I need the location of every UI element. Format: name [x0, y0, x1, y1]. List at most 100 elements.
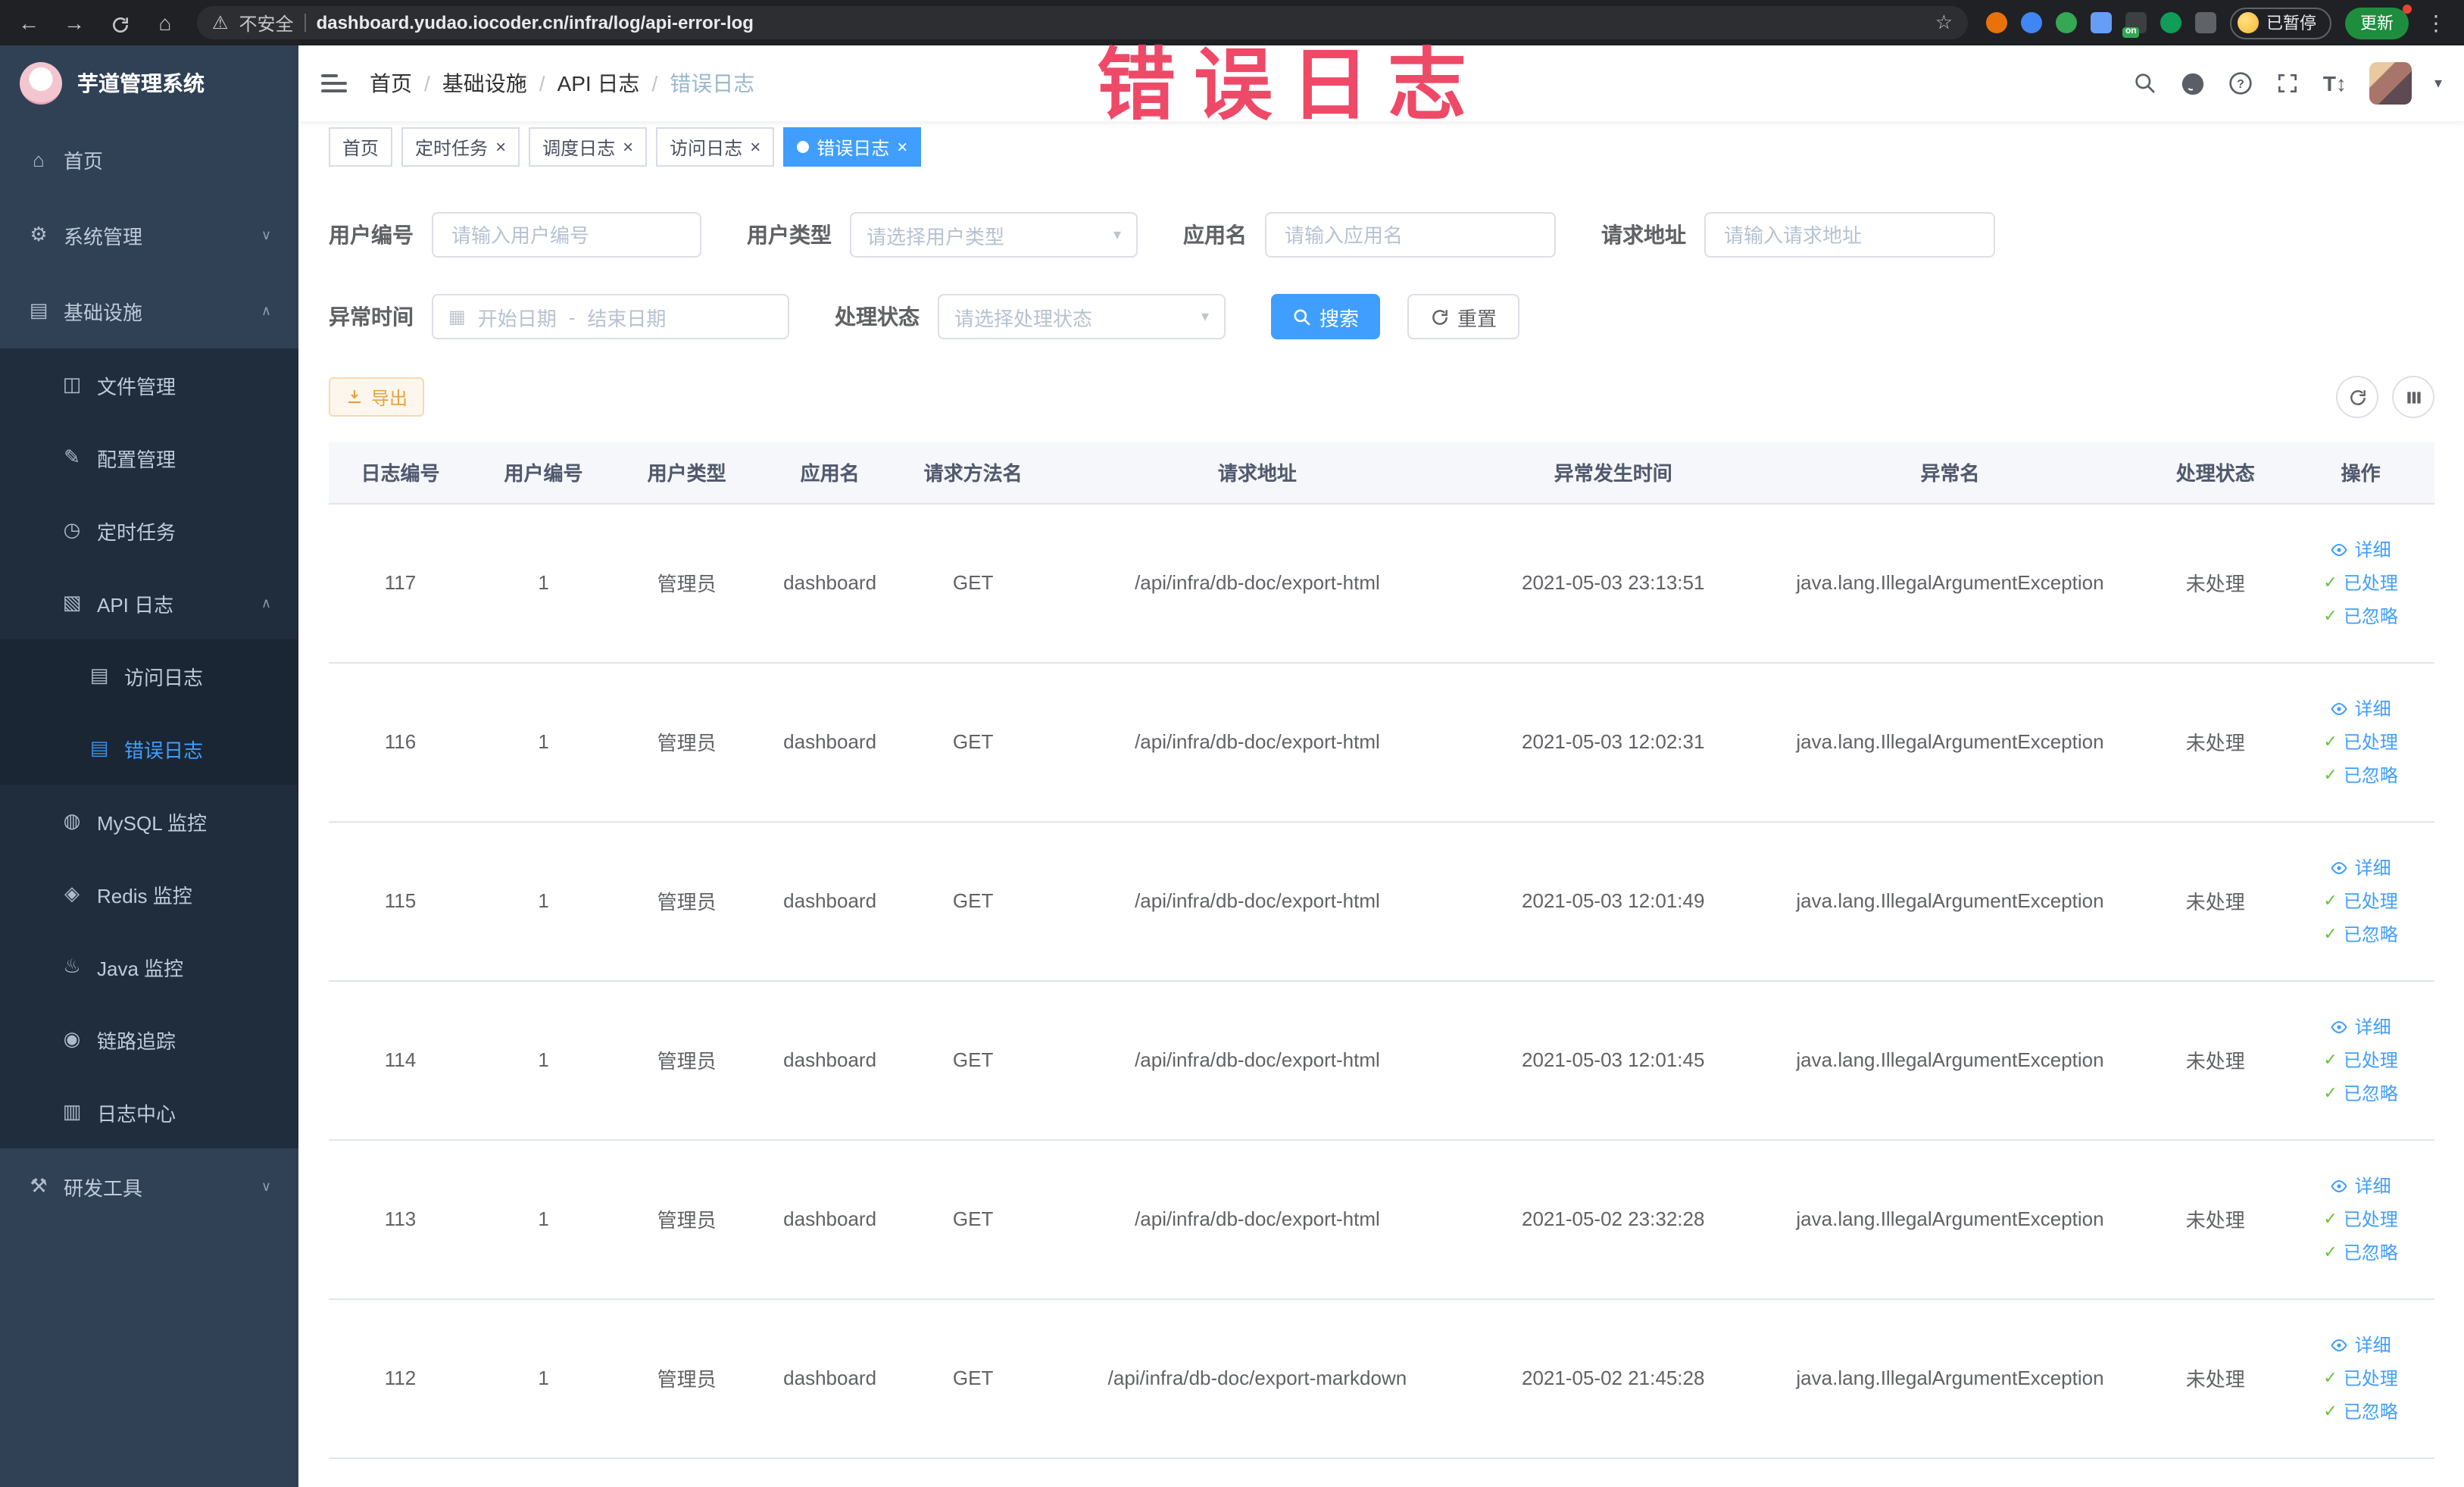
cell-exception-name: java.lang.IllegalArgumentException: [1756, 662, 2144, 822]
sidebar-item-home[interactable]: ⌂ 首页: [0, 121, 298, 197]
warning-icon: ⚠: [212, 12, 229, 33]
sidebar-item-dev-tools[interactable]: ⚒ 研发工具 ∨: [0, 1148, 298, 1224]
mark-ignored-link[interactable]: ✓ 已忽略: [2296, 758, 2425, 792]
tab-home[interactable]: 首页: [329, 127, 393, 167]
tab-schedule-log[interactable]: 调度日志 ×: [529, 127, 648, 167]
extension-icon[interactable]: [1986, 12, 2007, 33]
sidebar-item-error-log[interactable]: ▤ 错误日志: [0, 712, 298, 785]
close-icon[interactable]: ×: [495, 138, 506, 156]
tab-access-log[interactable]: 访问日志 ×: [656, 127, 775, 167]
sidebar-item-access-log[interactable]: ▤ 访问日志: [0, 639, 298, 712]
columns-settings-icon[interactable]: [2392, 376, 2434, 418]
bookmark-star-icon[interactable]: ☆: [1935, 11, 1953, 35]
export-button[interactable]: 导出: [329, 377, 425, 417]
browser-reload-icon[interactable]: [106, 11, 133, 35]
mark-ignored-link[interactable]: ✓ 已忽略: [2296, 1236, 2425, 1269]
request-url-input[interactable]: [1704, 212, 1995, 258]
extension-icon[interactable]: on: [2122, 12, 2147, 38]
detail-link[interactable]: 详细: [2296, 533, 2425, 566]
sidebar-item-system-management[interactable]: ⚙ 系统管理 ∨: [0, 197, 298, 273]
mark-ignored-link[interactable]: ✓ 已忽略: [2296, 917, 2425, 951]
app-name-input[interactable]: [1265, 212, 1556, 258]
filter-label: 用户编号: [329, 223, 414, 247]
breadcrumb-item[interactable]: 首页: [370, 68, 412, 98]
extension-icon[interactable]: [2091, 12, 2112, 33]
mark-processed-link[interactable]: ✓ 已处理: [2296, 884, 2425, 917]
fullscreen-icon[interactable]: [2276, 71, 2300, 95]
tab-error-log[interactable]: 错误日志 ×: [783, 127, 922, 167]
browser-forward-icon[interactable]: →: [61, 11, 88, 35]
sidebar-toggle-icon[interactable]: [321, 74, 347, 92]
sidebar-item-api-log[interactable]: ▧ API 日志 ∧: [0, 567, 298, 639]
sidebar-item-config-management[interactable]: ✎ 配置管理: [0, 421, 298, 494]
table-row: 112 1 管理员 dashboard GET /api/infra/db-do…: [329, 1298, 2434, 1458]
mark-processed-link[interactable]: ✓ 已处理: [2296, 1361, 2425, 1395]
search-icon[interactable]: [2134, 71, 2158, 95]
app-logo[interactable]: 芋道管理系统: [0, 45, 298, 121]
update-button[interactable]: 更新: [2345, 4, 2412, 39]
filter-label: 处理状态: [835, 305, 920, 329]
browser-back-icon[interactable]: ←: [15, 11, 42, 35]
sidebar-item-mysql-monitor[interactable]: ◍ MySQL 监控: [0, 785, 298, 858]
caret-down-icon[interactable]: ▾: [2434, 75, 2442, 92]
mark-processed-link[interactable]: ✓ 已处理: [2296, 566, 2425, 599]
page-url[interactable]: dashboard.yudao.iocoder.cn/infra/log/api…: [317, 12, 754, 33]
close-icon[interactable]: ×: [897, 138, 907, 156]
mark-ignored-link[interactable]: ✓ 已忽略: [2296, 599, 2425, 633]
sidebar-item-tracing[interactable]: ◉ 链路追踪: [0, 1003, 298, 1076]
search-button[interactable]: 搜索: [1271, 294, 1381, 339]
table-row: 114 1 管理员 dashboard GET /api/infra/db-do…: [329, 980, 2434, 1140]
font-size-icon[interactable]: T↕: [2323, 71, 2347, 95]
sidebar-item-scheduled-jobs[interactable]: ◷ 定时任务: [0, 494, 298, 567]
processed-link-label: 已处理: [2343, 1209, 2398, 1230]
column-header-user-type: 用户类型: [615, 442, 759, 504]
tab-scheduled-jobs[interactable]: 定时任务 ×: [401, 127, 520, 167]
user-avatar[interactable]: [2369, 62, 2412, 105]
cell-exception-name: java.lang.IllegalArgumentException: [1756, 980, 2144, 1140]
detail-link[interactable]: 详细: [2296, 1169, 2425, 1202]
github-icon[interactable]: [2181, 70, 2206, 96]
date-range-picker[interactable]: ▦ 开始日期 - 结束日期: [432, 294, 789, 339]
mark-ignored-link[interactable]: ✓ 已忽略: [2296, 1395, 2425, 1428]
puzzle-extension-icon[interactable]: [2195, 12, 2216, 33]
ignored-link-label: 已忽略: [2343, 765, 2398, 786]
detail-link[interactable]: 详细: [2296, 1328, 2425, 1361]
cell-method: GET: [901, 503, 1045, 663]
app-shell: 芋道管理系统 ⌂ 首页 ⚙ 系统管理 ∨ ▤ 基础设施 ∧ ◫ 文件管理 ✎ 配…: [0, 45, 2464, 1487]
breadcrumb-item[interactable]: API 日志: [557, 68, 640, 98]
refresh-icon[interactable]: [2336, 376, 2378, 418]
user-type-select[interactable]: 请选择用户类型 ▾: [850, 212, 1138, 258]
sidebar-item-label: 首页: [64, 149, 104, 172]
close-icon[interactable]: ×: [750, 138, 760, 156]
filter-label: 用户类型: [747, 223, 832, 247]
detail-link[interactable]: 详细: [2296, 1010, 2425, 1043]
process-status-select[interactable]: 请选择处理状态 ▾: [938, 294, 1226, 339]
browser-menu-icon[interactable]: ⋮: [2422, 10, 2450, 36]
sidebar-item-log-center[interactable]: ▥ 日志中心: [0, 1076, 298, 1148]
close-icon[interactable]: ×: [623, 138, 633, 156]
extension-icon[interactable]: [2021, 12, 2042, 33]
column-header-exception-name: 异常名: [1756, 442, 2144, 504]
help-icon[interactable]: ?: [2229, 71, 2253, 95]
breadcrumb-item[interactable]: 基础设施: [442, 68, 527, 98]
detail-link[interactable]: 详细: [2296, 851, 2425, 884]
detail-link[interactable]: 详细: [2296, 692, 2425, 725]
address-bar[interactable]: ⚠ 不安全 dashboard.yudao.iocoder.cn/infra/l…: [197, 6, 1968, 39]
mark-processed-link[interactable]: ✓ 已处理: [2296, 725, 2425, 758]
database-icon: ◍: [63, 809, 81, 832]
mark-processed-link[interactable]: ✓ 已处理: [2296, 1202, 2425, 1236]
extension-icon[interactable]: [2160, 12, 2181, 33]
mark-ignored-link[interactable]: ✓ 已忽略: [2296, 1076, 2425, 1110]
security-label[interactable]: 不安全: [239, 10, 294, 36]
user-id-input[interactable]: [432, 212, 701, 258]
cell-request-url: /api/infra/db-doc/export-html: [1045, 662, 1470, 822]
sidebar-item-file-management[interactable]: ◫ 文件管理: [0, 348, 298, 421]
sidebar-item-redis-monitor[interactable]: ◈ Redis 监控: [0, 858, 298, 930]
sidebar-item-infrastructure[interactable]: ▤ 基础设施 ∧: [0, 273, 298, 348]
mark-processed-link[interactable]: ✓ 已处理: [2296, 1043, 2425, 1076]
sidebar-item-java-monitor[interactable]: ♨ Java 监控: [0, 930, 298, 1003]
browser-home-icon[interactable]: ⌂: [151, 11, 179, 35]
profile-chip[interactable]: 已暂停: [2230, 7, 2331, 39]
extension-icon[interactable]: [2056, 12, 2077, 33]
reset-button[interactable]: 重置: [1407, 294, 1520, 339]
